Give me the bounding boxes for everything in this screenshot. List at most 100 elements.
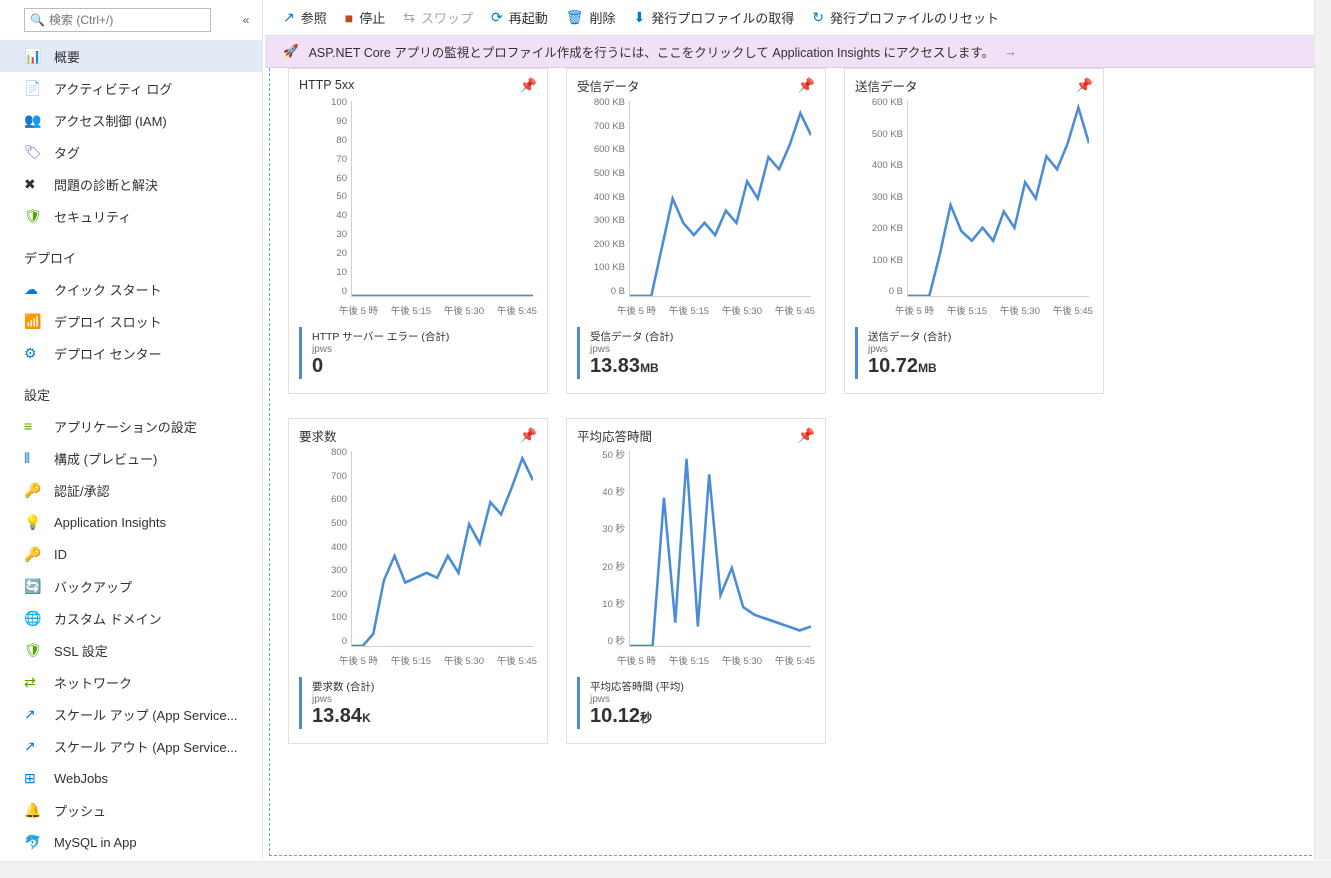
toolbar: ↗ 参照 ■ 停止 ⇆ スワップ ⟳ 再起動 🗑 削除 ⬇ 発行プロファイルの取… — [265, 0, 1331, 36]
metric-block: 受信データ (合計)jpws13.83MB — [577, 327, 815, 379]
reset-publish-profile-button[interactable]: ↻ 発行プロファイルのリセット — [812, 8, 999, 27]
sidebar-item[interactable]: ⇄ネットワーク — [0, 666, 262, 698]
stop-icon: ■ — [345, 10, 353, 26]
sidebar-item-label: プッシュ — [54, 801, 106, 820]
sidebar-item[interactable]: ↗スケール アウト (App Service... — [0, 730, 262, 762]
sidebar-item-label: アクセス制御 (IAM) — [54, 111, 167, 130]
sidebar-item-icon: 👥 — [24, 112, 44, 128]
sidebar-item[interactable]: 🔔プッシュ — [0, 794, 262, 826]
sidebar-item[interactable]: 🛡SSL 設定 — [0, 634, 262, 666]
browse-button[interactable]: ↗ 参照 — [283, 8, 327, 27]
horizontal-scrollbar[interactable] — [0, 861, 1331, 878]
vertical-scrollbar[interactable] — [1314, 0, 1331, 860]
toolbar-label: 再起動 — [509, 8, 548, 27]
sidebar-item-icon: ⇄ — [24, 674, 44, 690]
y-axis: 600 KB500 KB400 KB300 KB200 KB100 KB0 B — [855, 97, 903, 297]
plot — [907, 101, 1089, 297]
metric-resource: jpws — [312, 344, 537, 355]
sidebar-item-label: 概要 — [54, 47, 80, 66]
sidebar-item[interactable]: ⚙ デプロイ センター — [0, 337, 262, 369]
toolbar-label: 参照 — [301, 8, 327, 27]
swap-button: ⇆ スワップ — [403, 8, 473, 27]
reset-icon: ↻ — [812, 9, 824, 26]
chevron-double-left-icon: « — [243, 13, 250, 27]
metric-card: 送信データ📌600 KB500 KB400 KB300 KB200 KB100 … — [844, 68, 1104, 394]
pin-icon[interactable]: 📌 — [520, 77, 537, 94]
metric-card: HTTP 5xx📌1009080706050403020100午後 5 時午後 … — [288, 68, 548, 394]
sidebar-item-label: タグ — [54, 143, 80, 162]
chart-area: 800 KB700 KB600 KB500 KB400 KB300 KB200 … — [577, 97, 815, 317]
pin-icon[interactable]: 📌 — [520, 427, 537, 444]
restart-icon: ⟳ — [491, 9, 503, 26]
metric-label: 送信データ (合計) — [868, 329, 1093, 344]
y-axis: 8007006005004003002001000 — [299, 447, 347, 647]
y-axis: 1009080706050403020100 — [299, 97, 347, 297]
sidebar-item-icon: ☁ — [24, 281, 44, 297]
pin-icon[interactable]: 📌 — [798, 77, 815, 94]
x-axis: 午後 5 時午後 5:15午後 5:30午後 5:45 — [617, 653, 815, 667]
pin-icon[interactable]: 📌 — [1076, 77, 1093, 94]
toolbar-label: 発行プロファイルの取得 — [651, 8, 794, 27]
sidebar-item-icon: ≡ — [24, 418, 44, 434]
sidebar-item[interactable]: ⊞WebJobs — [0, 762, 262, 794]
sidebar-item[interactable]: ☁ クイック スタート — [0, 273, 262, 305]
sidebar-item-icon: ⚙ — [24, 345, 44, 361]
metric-resource: jpws — [312, 694, 537, 705]
sidebar-item-label: MySQL in App — [54, 835, 137, 850]
sidebar-item-icon: ⦀ — [24, 450, 44, 466]
search-input[interactable] — [24, 8, 211, 32]
external-link-icon: ↗ — [283, 9, 295, 26]
toolbar-label: スワップ — [421, 8, 473, 27]
sidebar-item[interactable]: ✖問題の診断と解決 — [0, 168, 262, 200]
stop-button[interactable]: ■ 停止 — [345, 8, 385, 27]
metric-value: 0 — [312, 355, 537, 377]
sidebar-item[interactable]: 🛡セキュリティ — [0, 200, 262, 232]
pin-icon[interactable]: 📌 — [798, 427, 815, 444]
metric-value: 10.12秒 — [590, 705, 815, 727]
sidebar-item[interactable]: 🏷タグ — [0, 136, 262, 168]
sidebar-item-label: クイック スタート — [54, 280, 162, 299]
sidebar-item-label: アプリケーションの設定 — [54, 417, 197, 436]
chart-area: 1009080706050403020100 午後 5 時午後 5:15午後 5:… — [299, 97, 537, 317]
dashboard-content: HTTP 5xx📌1009080706050403020100午後 5 時午後 … — [269, 68, 1327, 856]
sidebar-section-header: デプロイ — [0, 232, 262, 273]
sidebar-item[interactable]: 📄アクティビティ ログ — [0, 72, 262, 104]
sidebar-item-icon: 🛡 — [24, 208, 44, 224]
toolbar-label: 削除 — [590, 8, 616, 27]
metric-value: 13.83MB — [590, 355, 815, 377]
sidebar-item-icon: ⊞ — [24, 770, 44, 786]
sidebar-item-label: カスタム ドメイン — [54, 609, 162, 628]
sidebar-item[interactable]: 🔄バックアップ — [0, 570, 262, 602]
sidebar-item-label: 構成 (プレビュー) — [54, 449, 157, 468]
metric-block: 平均応答時間 (平均)jpws10.12秒 — [577, 677, 815, 729]
sidebar-item-label: 認証/承認 — [54, 481, 110, 500]
sidebar-item[interactable]: 🔑ID — [0, 538, 262, 570]
sidebar-item[interactable]: 🌐カスタム ドメイン — [0, 602, 262, 634]
search-icon: 🔍 — [30, 13, 45, 27]
delete-button[interactable]: 🗑 削除 — [566, 8, 616, 27]
sidebar-item[interactable]: 📶デプロイ スロット — [0, 305, 262, 337]
metric-label: 要求数 (合計) — [312, 679, 537, 694]
sidebar-item[interactable]: 📊概要 — [0, 40, 262, 72]
metric-card: 受信データ📌800 KB700 KB600 KB500 KB400 KB300 … — [566, 68, 826, 394]
sidebar-item-icon: 🛡 — [24, 642, 44, 658]
sidebar-item-icon: 📶 — [24, 313, 44, 329]
toolbar-label: 発行プロファイルのリセット — [830, 8, 999, 27]
sidebar-item[interactable]: 🐬MySQL in App — [0, 826, 262, 858]
sidebar-item[interactable]: ↗スケール アップ (App Service... — [0, 698, 262, 730]
x-axis: 午後 5 時午後 5:15午後 5:30午後 5:45 — [339, 303, 537, 317]
get-publish-profile-button[interactable]: ⬇ 発行プロファイルの取得 — [634, 8, 795, 27]
app-insights-banner[interactable]: 🚀 ASP.NET Core アプリの監視とプロファイル作成を行うには、ここをク… — [265, 36, 1331, 68]
sidebar-item[interactable]: ≡ アプリケーションの設定 — [0, 410, 262, 442]
chart-area: 50 秒40 秒30 秒20 秒10 秒0 秒午後 5 時午後 5:15午後 5… — [577, 447, 815, 667]
metric-card: 平均応答時間📌50 秒40 秒30 秒20 秒10 秒0 秒午後 5 時午後 5… — [566, 418, 826, 744]
collapse-sidebar-button[interactable]: « — [234, 8, 258, 32]
sidebar-item-label: デプロイ センター — [54, 344, 162, 363]
sidebar-item[interactable]: 🔑認証/承認 — [0, 474, 262, 506]
metric-resource: jpws — [868, 344, 1093, 355]
restart-button[interactable]: ⟳ 再起動 — [491, 8, 548, 27]
sidebar-item[interactable]: 💡Application Insights — [0, 506, 262, 538]
sidebar-section-header: 設定 — [0, 369, 262, 410]
sidebar-item[interactable]: 👥 アクセス制御 (IAM) — [0, 104, 262, 136]
sidebar-item[interactable]: ⦀ 構成 (プレビュー) — [0, 442, 262, 474]
